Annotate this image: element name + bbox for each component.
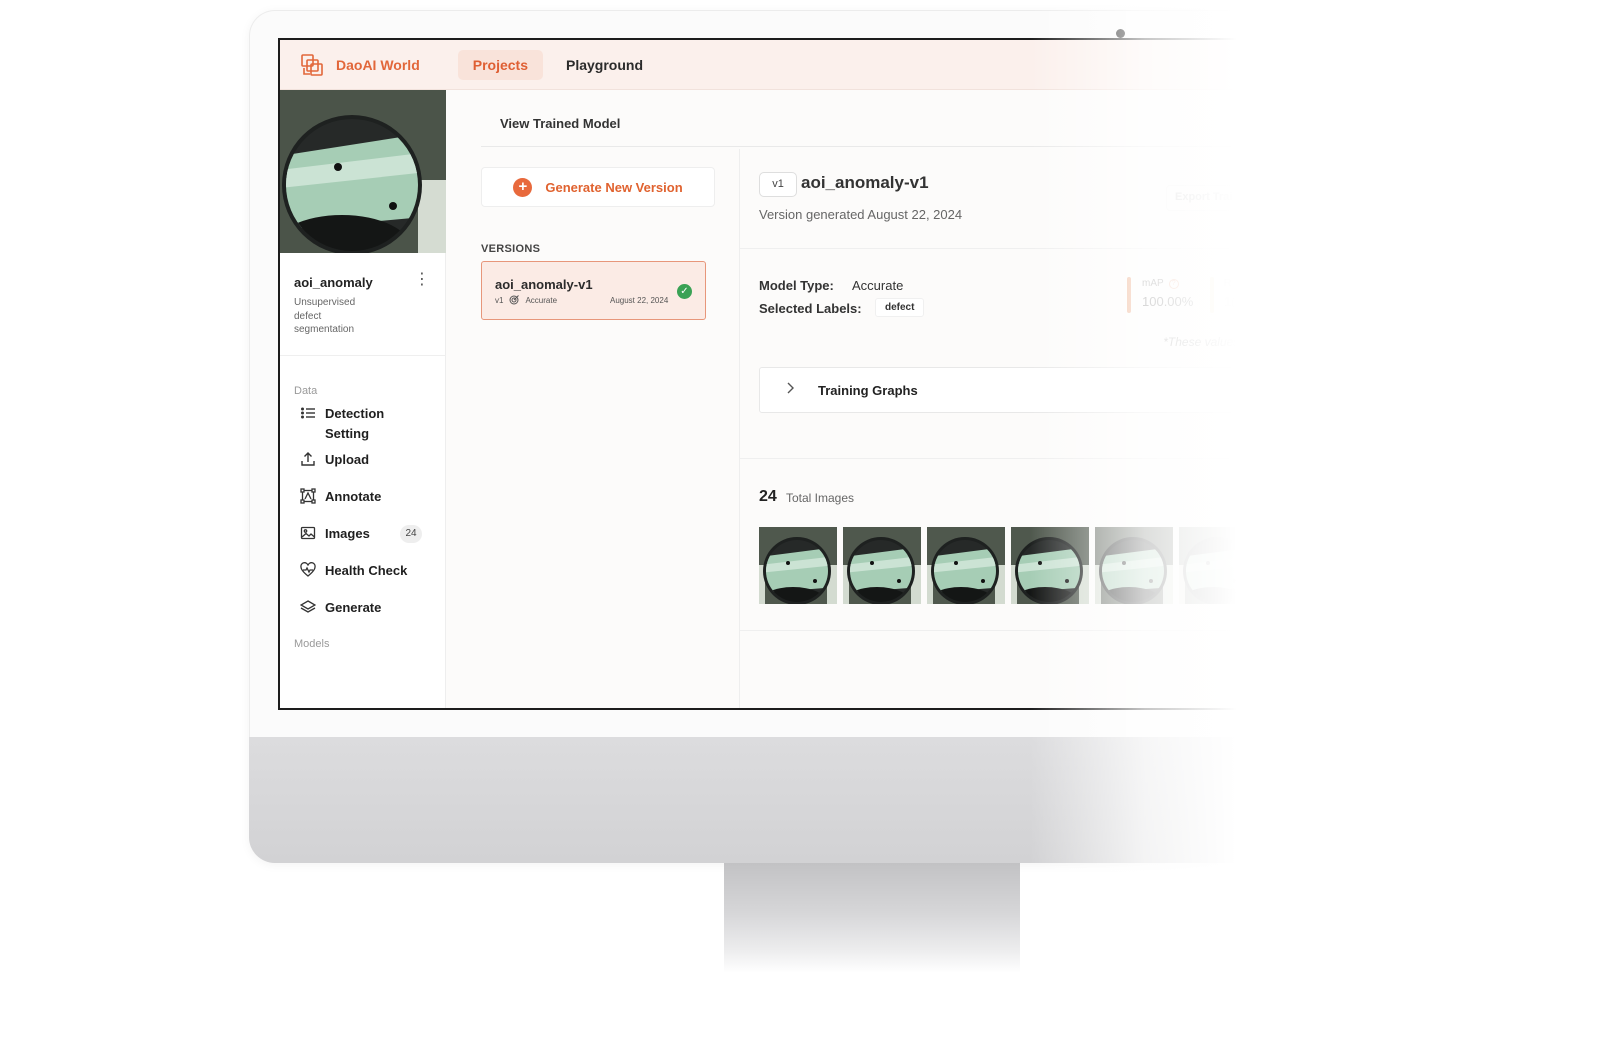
chevron-right-icon	[787, 382, 794, 394]
page-header: View Trained Model	[481, 100, 1581, 147]
sidebar-item-images[interactable]: Images	[300, 524, 411, 544]
metric-recall-value: 1(	[1224, 294, 1236, 309]
layers-icon	[300, 600, 316, 613]
version-card[interactable]: aoi_anomaly-v1 v1 Accurate August 22, 20…	[481, 261, 706, 320]
generate-new-version-button[interactable]: + Generate New Version	[481, 167, 715, 207]
image-thumbnail[interactable]	[1011, 527, 1089, 604]
detail-divider	[740, 458, 1604, 459]
generate-button-label: Generate New Version	[545, 179, 683, 195]
annotate-icon	[300, 488, 316, 504]
metric-accent-bar	[1127, 277, 1131, 313]
monitor-stand	[724, 863, 1020, 973]
sidebar-divider	[280, 355, 446, 356]
sidebar-item-generate[interactable]: Generate	[300, 598, 411, 618]
metric-map-value: 100.00%	[1142, 294, 1194, 309]
image-thumbnail-strip	[759, 527, 1257, 604]
sidebar-item-label: Generate	[325, 600, 382, 615]
versions-heading: VERSIONS	[481, 243, 541, 255]
health-check-icon	[300, 562, 316, 577]
image-thumbnail[interactable]	[843, 527, 921, 604]
sidebar-item-annotate[interactable]: Annotate	[300, 487, 411, 507]
sidebar-item-detection-setting[interactable]: Detection Setting	[300, 404, 411, 443]
page-title: View Trained Model	[500, 116, 621, 131]
check-icon: ✓	[677, 284, 692, 299]
metric-map-name: mAP ?	[1142, 278, 1179, 289]
training-graphs-accordion[interactable]: Training Graphs	[759, 367, 1259, 413]
sidebar-item-label: Detection Setting	[325, 406, 385, 441]
detail-divider	[740, 248, 1604, 249]
plus-icon: +	[513, 177, 533, 197]
section-label-models: Models	[294, 638, 330, 650]
image-thumbnail[interactable]	[1095, 527, 1173, 604]
image-thumbnail[interactable]	[759, 527, 837, 604]
metric-accent-bar-2	[1210, 277, 1214, 313]
version-card-date: August 22, 2024	[610, 296, 669, 305]
image-thumbnail[interactable]	[1179, 527, 1257, 604]
version-title: aoi_anomaly-v1	[801, 173, 929, 192]
sidebar-item-label: Annotate	[325, 489, 382, 504]
sidebar-item-label: Health Check	[325, 563, 408, 578]
metrics-note-line-1: *These values are the mo	[1163, 335, 1300, 349]
info-icon[interactable]: ?	[1168, 278, 1179, 289]
detail-divider	[740, 630, 1604, 631]
metric-recall-name: R	[1224, 278, 1232, 289]
project-options-icon[interactable]: ⋮	[414, 272, 430, 288]
version-card-meta: v1 Accurate	[495, 295, 557, 305]
project-thumbnail[interactable]	[280, 90, 446, 253]
version-card-name: aoi_anomaly-v1	[495, 277, 593, 292]
version-generated-date: Version generated August 22, 2024	[759, 207, 963, 222]
selected-labels-label: Selected Labels:	[759, 301, 862, 316]
tab-playground[interactable]: Playground	[551, 50, 658, 80]
version-detail-panel: v1 aoi_anomaly-v1 Version generated Augu…	[740, 149, 1604, 708]
daoai-logo-icon	[301, 53, 323, 76]
project-description: Unsupervised defect segmentation	[294, 297, 356, 335]
sidebar-item-health-check[interactable]: Health Check	[300, 561, 411, 581]
project-name: aoi_anomaly	[294, 275, 373, 290]
version-chip: v1	[759, 172, 797, 197]
section-label-data: Data	[294, 385, 318, 397]
app-screen: DaoAI World Projects Playground aoi_anom…	[278, 38, 1604, 710]
images-count-badge: 24	[400, 525, 422, 543]
sidebar-item-label: Upload	[325, 452, 370, 467]
sidebar-item-upload[interactable]: Upload	[300, 450, 411, 470]
image-thumbnail[interactable]	[927, 527, 1005, 604]
list-icon	[301, 407, 315, 419]
tab-projects[interactable]: Projects	[457, 49, 543, 80]
app-name: DaoAI World	[336, 56, 420, 73]
sidebar-item-label: Images	[325, 526, 370, 541]
top-navigation-bar: DaoAI World Projects Playground	[280, 40, 1604, 90]
version-card-tag: v1	[495, 295, 504, 305]
upload-icon	[301, 452, 315, 466]
images-icon	[300, 526, 316, 540]
monitor-chin	[249, 737, 1604, 863]
label-chip-defect: defect	[875, 298, 925, 317]
metrics-note: *These values are the mo evaluated	[1060, 333, 1300, 371]
export-button[interactable]: Export Trai	[1166, 185, 1326, 211]
metric-name-text: mAP	[1142, 278, 1164, 289]
model-type-label: Model Type:	[759, 278, 834, 293]
training-graphs-label: Training Graphs	[818, 383, 918, 398]
total-images-count: 24	[759, 488, 777, 505]
target-icon	[509, 295, 520, 305]
version-card-model-type: Accurate	[525, 295, 558, 305]
project-sidebar: aoi_anomaly ⋮ Unsupervised defect segmen…	[280, 90, 446, 708]
total-images-label: Total Images	[786, 491, 855, 505]
camera-dot	[1116, 29, 1125, 38]
app-logo[interactable]: DaoAI World	[300, 53, 420, 77]
model-type-value: Accurate	[852, 278, 904, 293]
